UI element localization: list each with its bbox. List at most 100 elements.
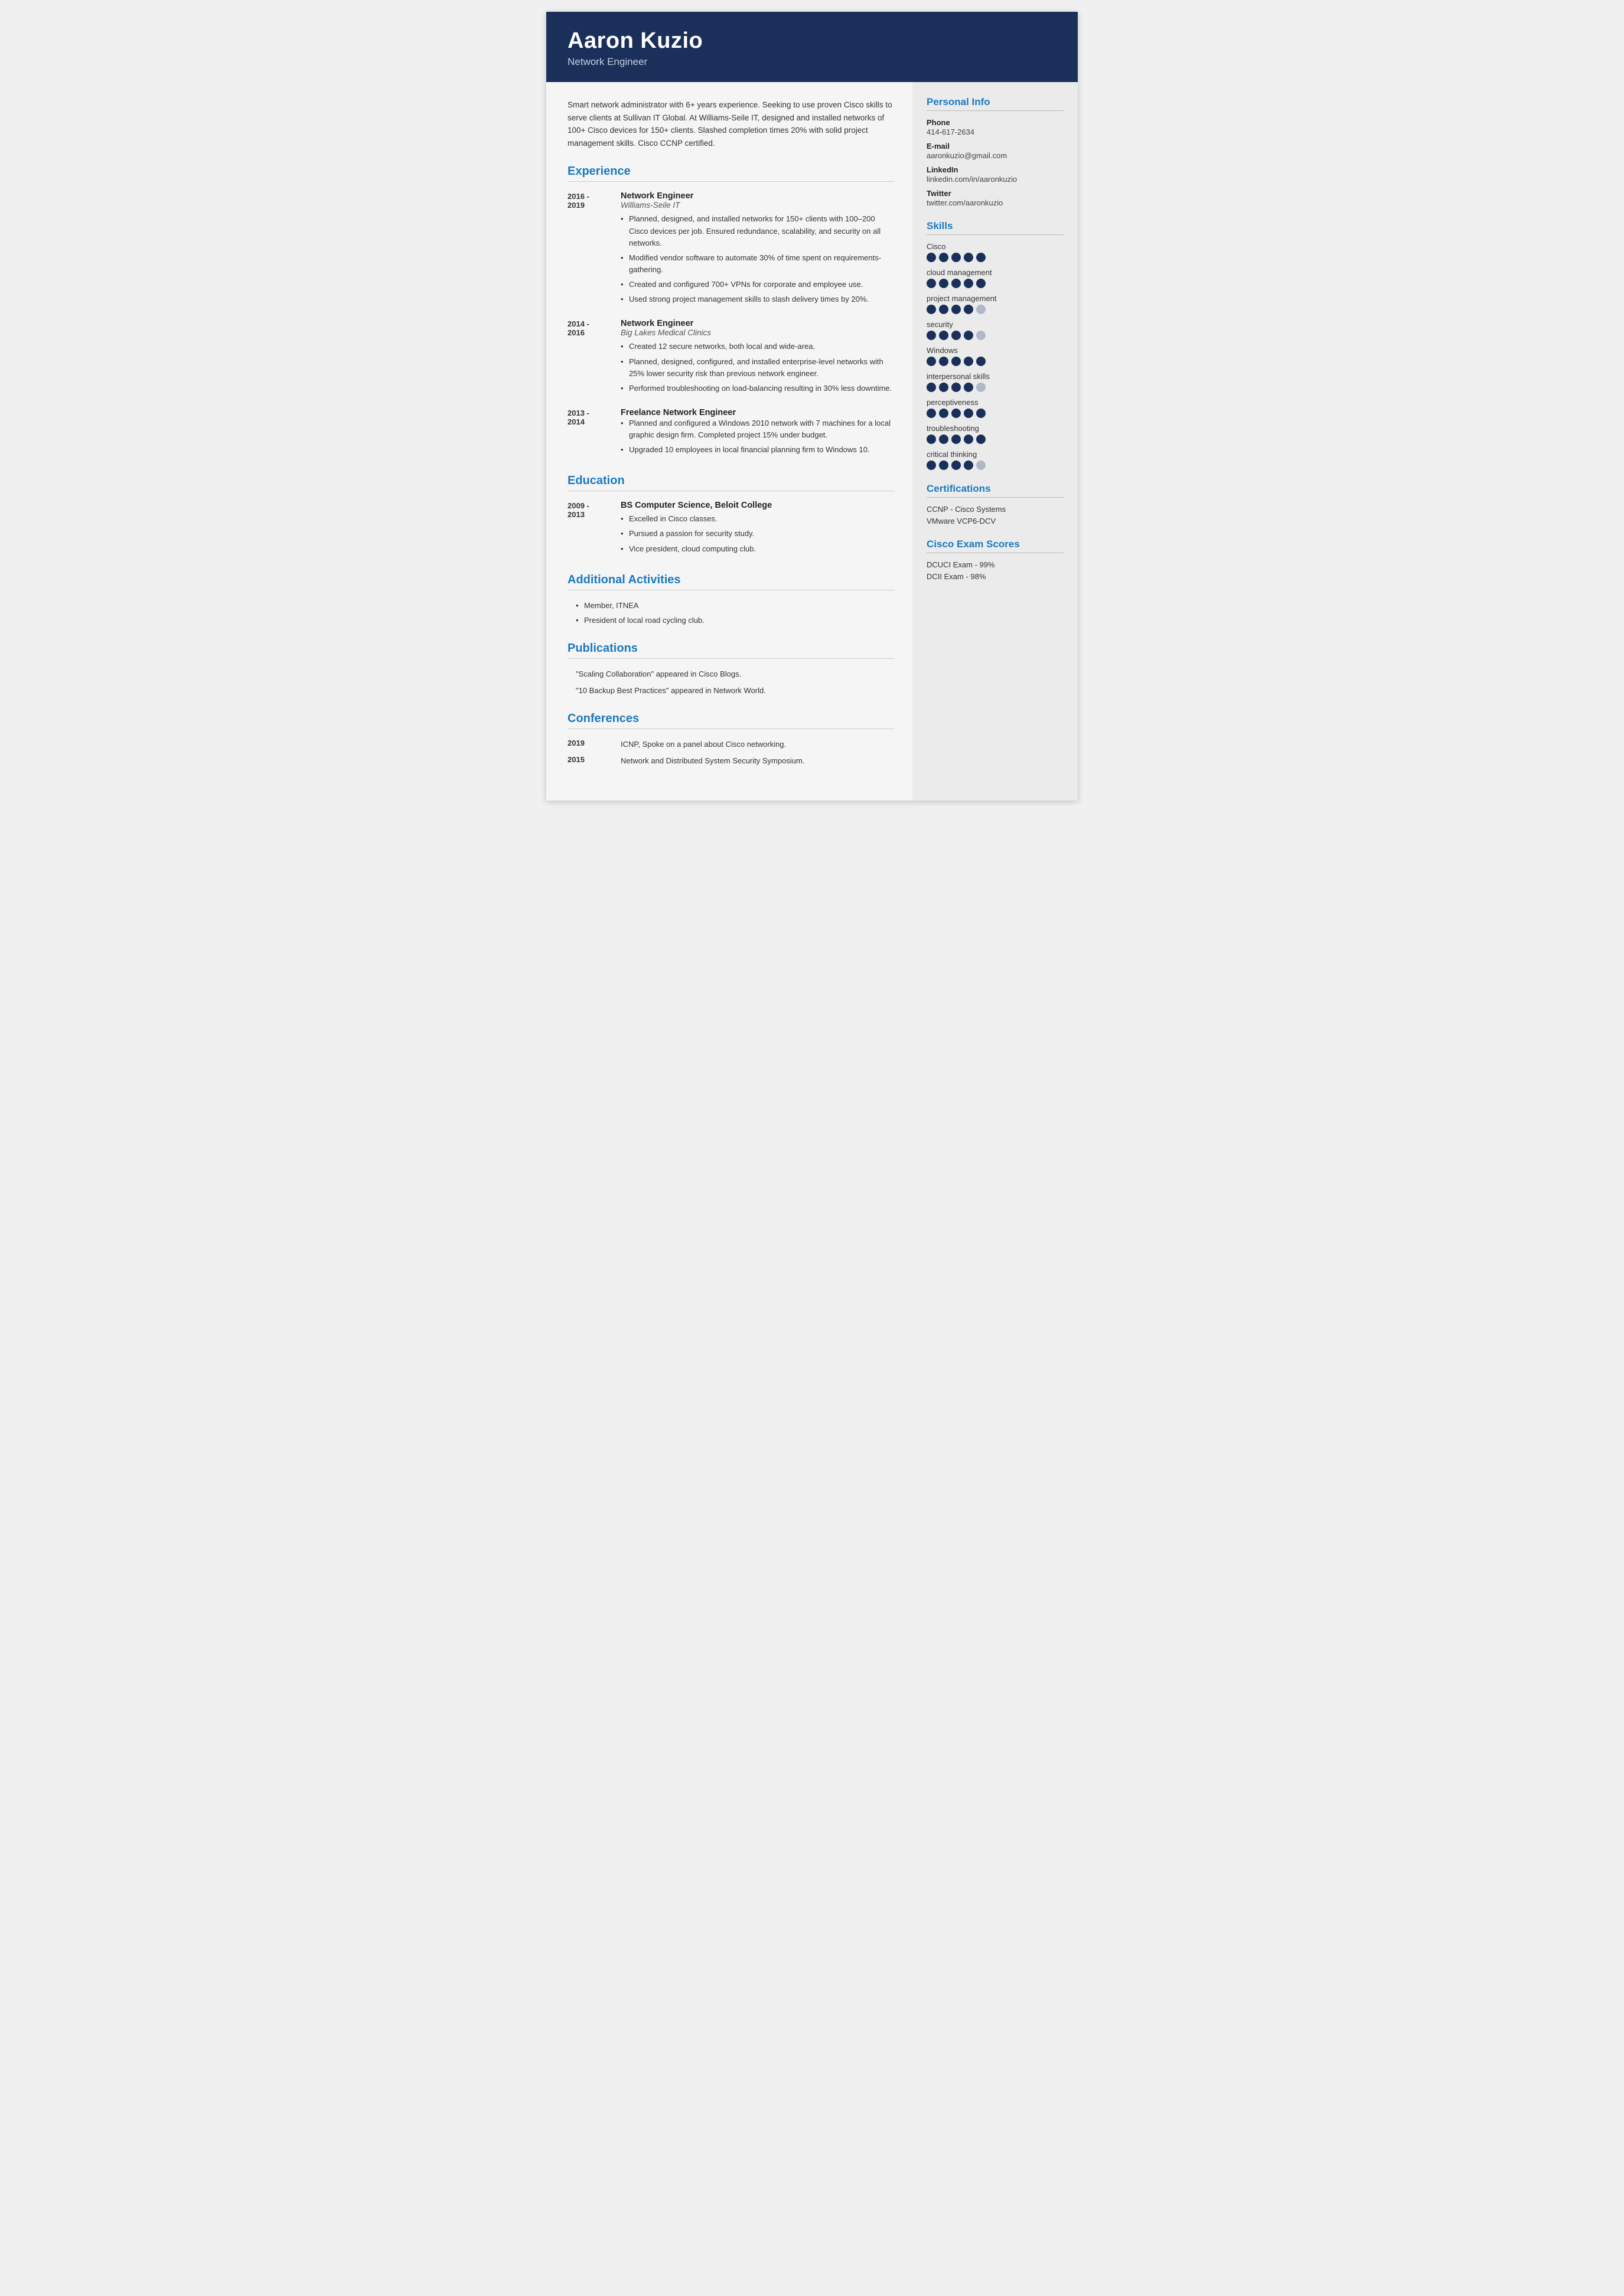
skill-dot-empty <box>976 305 986 314</box>
skill-dot-filled <box>927 409 936 418</box>
skills-list: Ciscocloud managementproject managements… <box>927 242 1064 470</box>
activity-item: President of local road cycling club. <box>576 615 895 626</box>
skill-dot-filled <box>927 305 936 314</box>
skill-item: interpersonal skills <box>927 372 1064 392</box>
activities-heading: Additional Activities <box>568 573 895 590</box>
skill-name: interpersonal skills <box>927 372 1064 381</box>
resume: Aaron Kuzio Network Engineer Smart netwo… <box>546 12 1078 801</box>
education-section: Education 2009 -2013BS Computer Science,… <box>568 474 895 557</box>
activity-item: Member, ITNEA <box>576 600 895 612</box>
exp-body: Freelance Network EngineerPlanned and co… <box>621 408 895 459</box>
skill-dots <box>927 435 1064 444</box>
certification-item: CCNP - Cisco Systems <box>927 505 1064 514</box>
exp-bullets: Planned, designed, and installed network… <box>621 213 895 305</box>
skill-dots <box>927 253 1064 262</box>
skill-dot-filled <box>964 409 973 418</box>
education-list: 2009 -2013BS Computer Science, Beloit Co… <box>568 501 895 557</box>
skill-dot-filled <box>939 435 948 444</box>
skill-name: troubleshooting <box>927 424 1064 433</box>
skill-dot-filled <box>927 435 936 444</box>
conference-text: Network and Distributed System Security … <box>621 755 895 767</box>
conference-year: 2015 <box>568 755 621 767</box>
exp-date: 2013 -2014 <box>568 408 621 459</box>
skill-name: Windows <box>927 346 1064 355</box>
skill-item: perceptiveness <box>927 398 1064 418</box>
personal-info-section: Personal Info Phone 414-617-2634 E-mail … <box>927 96 1064 207</box>
personal-info-heading: Personal Info <box>927 96 1064 111</box>
twitter-value: twitter.com/aaronkuzio <box>927 198 1064 207</box>
skill-dot-filled <box>939 305 948 314</box>
education-item: 2009 -2013BS Computer Science, Beloit Co… <box>568 501 895 557</box>
skills-section: Skills Ciscocloud managementproject mana… <box>927 220 1064 470</box>
email-value: aaronkuzio@gmail.com <box>927 151 1064 160</box>
twitter-label: Twitter <box>927 189 1064 198</box>
skill-dot-filled <box>951 383 961 392</box>
skill-dots <box>927 279 1064 288</box>
skill-dot-filled <box>939 253 948 262</box>
skill-dot-empty <box>976 460 986 470</box>
skill-dot-filled <box>964 253 973 262</box>
skill-name: perceptiveness <box>927 398 1064 407</box>
skill-name: cloud management <box>927 268 1064 277</box>
exp-body: Network EngineerBig Lakes Medical Clinic… <box>621 319 895 397</box>
skill-dot-filled <box>927 460 936 470</box>
skill-name: security <box>927 320 1064 329</box>
edu-date: 2009 -2013 <box>568 501 621 557</box>
skill-dot-filled <box>976 253 986 262</box>
skill-dot-filled <box>927 383 936 392</box>
skill-dot-filled <box>964 331 973 340</box>
skill-item: Windows <box>927 346 1064 366</box>
edu-bullet: Pursued a passion for security study. <box>621 528 895 540</box>
skill-dot-filled <box>939 383 948 392</box>
skill-dot-filled <box>976 409 986 418</box>
linkedin-label: LinkedIn <box>927 165 1064 174</box>
exp-job-title: Freelance Network Engineer <box>621 408 895 417</box>
summary-text: Smart network administrator with 6+ year… <box>568 99 895 149</box>
phone-value: 414-617-2634 <box>927 128 1064 136</box>
skill-dots <box>927 383 1064 392</box>
exp-bullet: Used strong project management skills to… <box>621 293 895 305</box>
exp-bullet: Upgraded 10 employees in local financial… <box>621 444 895 456</box>
linkedin-value: linkedin.com/in/aaronkuzio <box>927 175 1064 184</box>
skill-dot-filled <box>951 409 961 418</box>
skill-dot-filled <box>939 331 948 340</box>
skill-dot-filled <box>951 331 961 340</box>
conference-text: ICNP, Spoke on a panel about Cisco netwo… <box>621 739 895 750</box>
publications-heading: Publications <box>568 642 895 659</box>
candidate-title: Network Engineer <box>568 56 1056 68</box>
publications-section: Publications "Scaling Collaboration" app… <box>568 642 895 697</box>
skill-dot-filled <box>951 435 961 444</box>
certifications-list: CCNP - Cisco Systems VMware VCP6-DCV <box>927 505 1064 525</box>
conference-item: 2019ICNP, Spoke on a panel about Cisco n… <box>568 739 895 750</box>
exam-scores-section: Cisco Exam Scores DCUCI Exam - 99%DCII E… <box>927 538 1064 581</box>
edu-bullets: Excelled in Cisco classes.Pursued a pass… <box>621 513 895 554</box>
publication-item: "10 Backup Best Practices" appeared in N… <box>568 685 895 697</box>
experience-list: 2016 -2019Network EngineerWilliams-Seile… <box>568 191 895 459</box>
skill-dot-filled <box>951 460 961 470</box>
resume-header: Aaron Kuzio Network Engineer <box>546 12 1078 82</box>
exp-bullet: Planned and configured a Windows 2010 ne… <box>621 417 895 441</box>
education-heading: Education <box>568 474 895 491</box>
candidate-name: Aaron Kuzio <box>568 28 1056 54</box>
exp-bullet: Planned, designed, configured, and insta… <box>621 356 895 380</box>
skill-dot-empty <box>976 383 986 392</box>
skill-item: Cisco <box>927 242 1064 262</box>
exam-scores-list: DCUCI Exam - 99%DCII Exam - 98% <box>927 560 1064 581</box>
edu-bullet: Vice president, cloud computing club. <box>621 543 895 555</box>
certification-item: VMware VCP6-DCV <box>927 517 1064 525</box>
skill-dots <box>927 460 1064 470</box>
skill-dot-filled <box>976 357 986 366</box>
conferences-section: Conferences 2019ICNP, Spoke on a panel a… <box>568 712 895 767</box>
main-content: Smart network administrator with 6+ year… <box>546 82 1078 801</box>
skill-dot-filled <box>927 253 936 262</box>
skill-item: critical thinking <box>927 450 1064 470</box>
skill-dot-filled <box>951 253 961 262</box>
skill-dot-filled <box>964 357 973 366</box>
exp-bullet: Modified vendor software to automate 30%… <box>621 252 895 276</box>
experience-heading: Experience <box>568 165 895 182</box>
activities-section: Additional Activities Member, ITNEA Presi… <box>568 573 895 626</box>
certifications-heading: Certifications <box>927 483 1064 498</box>
right-column: Personal Info Phone 414-617-2634 E-mail … <box>912 82 1078 801</box>
conferences-heading: Conferences <box>568 712 895 729</box>
exp-company: Williams-Seile IT <box>621 201 895 210</box>
